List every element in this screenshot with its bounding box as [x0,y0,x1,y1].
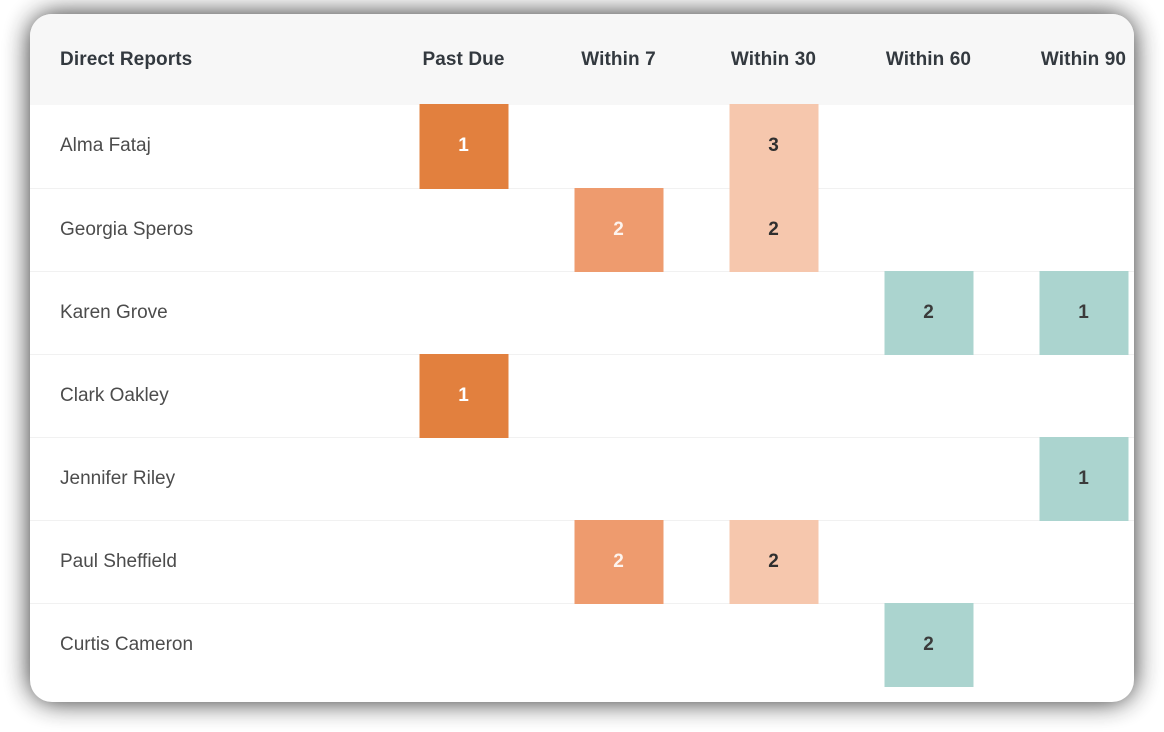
bucket-cell-w30[interactable] [696,270,851,354]
bucket-cell-w7[interactable] [541,602,696,686]
bucket-cell-w7[interactable] [541,353,696,437]
screenshot-root: Direct Reports Past Due Within 7 Within 30 W… [0,0,1164,732]
bucket-cell-w7[interactable] [541,105,696,188]
report-name[interactable]: Georgia Speros [30,187,386,271]
bucket-cell-past[interactable]: 1 [386,353,541,438]
bucket-cell-w90[interactable] [1006,602,1134,686]
table-header: Direct Reports Past Due Within 7 Within 30 W… [30,14,1134,105]
table-row[interactable]: Alma Fataj 1 3 [30,104,1134,189]
report-name[interactable]: Jennifer Riley [30,436,386,520]
report-name[interactable]: Paul Sheffield [30,519,386,603]
count-block[interactable]: 3 [729,104,818,189]
count-block[interactable]: 1 [419,104,508,189]
bucket-cell-w60[interactable] [851,436,1006,520]
column-header-w30[interactable]: Within 30 [696,14,851,105]
table-row[interactable]: Georgia Speros 2 2 [30,187,1134,272]
count-block[interactable]: 2 [884,270,973,355]
column-header-w60[interactable]: Within 60 [851,14,1006,105]
report-name[interactable]: Karen Grove [30,270,386,354]
bucket-cell-w60[interactable]: 2 [851,602,1006,687]
table-row[interactable]: Jennifer Riley 1 [30,436,1134,521]
column-header-w7[interactable]: Within 7 [541,14,696,105]
bucket-cell-w60[interactable] [851,105,1006,188]
direct-reports-table: Direct Reports Past Due Within 7 Within 30 W… [30,14,1134,687]
bucket-cell-w90[interactable] [1006,519,1134,603]
bucket-cell-w90[interactable]: 1 [1006,436,1134,521]
bucket-cell-w90[interactable] [1006,105,1134,188]
bucket-cell-w90[interactable] [1006,353,1134,437]
bucket-cell-w7[interactable] [541,436,696,520]
bucket-cell-w30[interactable]: 3 [696,104,851,189]
table-header-row: Direct Reports Past Due Within 7 Within 30 W… [30,14,1134,105]
count-block[interactable]: 2 [574,187,663,272]
bucket-cell-past[interactable] [386,187,541,271]
bucket-cell-w90[interactable] [1006,187,1134,271]
report-name[interactable]: Clark Oakley [30,353,386,437]
direct-reports-card: Direct Reports Past Due Within 7 Within 30 W… [30,14,1134,702]
report-name[interactable]: Curtis Cameron [30,602,386,686]
table-row[interactable]: Clark Oakley 1 [30,353,1134,438]
table-row[interactable]: Karen Grove 2 1 [30,270,1134,355]
table-row[interactable]: Paul Sheffield 2 2 [30,519,1134,604]
count-block[interactable]: 2 [884,602,973,687]
bucket-cell-w60[interactable] [851,519,1006,603]
bucket-cell-past[interactable] [386,602,541,686]
table-row[interactable]: Curtis Cameron 2 [30,602,1134,687]
count-block[interactable]: 2 [574,519,663,604]
column-header-past[interactable]: Past Due [386,14,541,105]
bucket-cell-w7[interactable] [541,270,696,354]
count-block[interactable]: 1 [1039,436,1128,521]
column-header-name[interactable]: Direct Reports [30,14,386,105]
bucket-cell-w7[interactable]: 2 [541,519,696,604]
bucket-cell-past[interactable] [386,519,541,603]
bucket-cell-w30[interactable] [696,436,851,520]
count-block[interactable]: 1 [1039,270,1128,355]
count-block[interactable]: 1 [419,353,508,438]
bucket-cell-w60[interactable]: 2 [851,270,1006,355]
bucket-cell-w60[interactable] [851,187,1006,271]
count-block[interactable]: 2 [729,519,818,604]
table-body: Alma Fataj 1 3 Georgia Speros 2 2 Karen Grove 2… [30,104,1134,687]
report-name[interactable]: Alma Fataj [30,105,386,188]
bucket-cell-w7[interactable]: 2 [541,187,696,272]
bucket-cell-w30[interactable] [696,353,851,437]
bucket-cell-w90[interactable]: 1 [1006,270,1134,355]
column-header-w90[interactable]: Within 90 [1006,14,1134,105]
bucket-cell-past[interactable] [386,436,541,520]
bucket-cell-w30[interactable] [696,602,851,686]
bucket-cell-w60[interactable] [851,353,1006,437]
count-block[interactable]: 2 [729,187,818,272]
bucket-cell-past[interactable]: 1 [386,104,541,189]
bucket-cell-w30[interactable]: 2 [696,519,851,604]
bucket-cell-past[interactable] [386,270,541,354]
bucket-cell-w30[interactable]: 2 [696,187,851,272]
